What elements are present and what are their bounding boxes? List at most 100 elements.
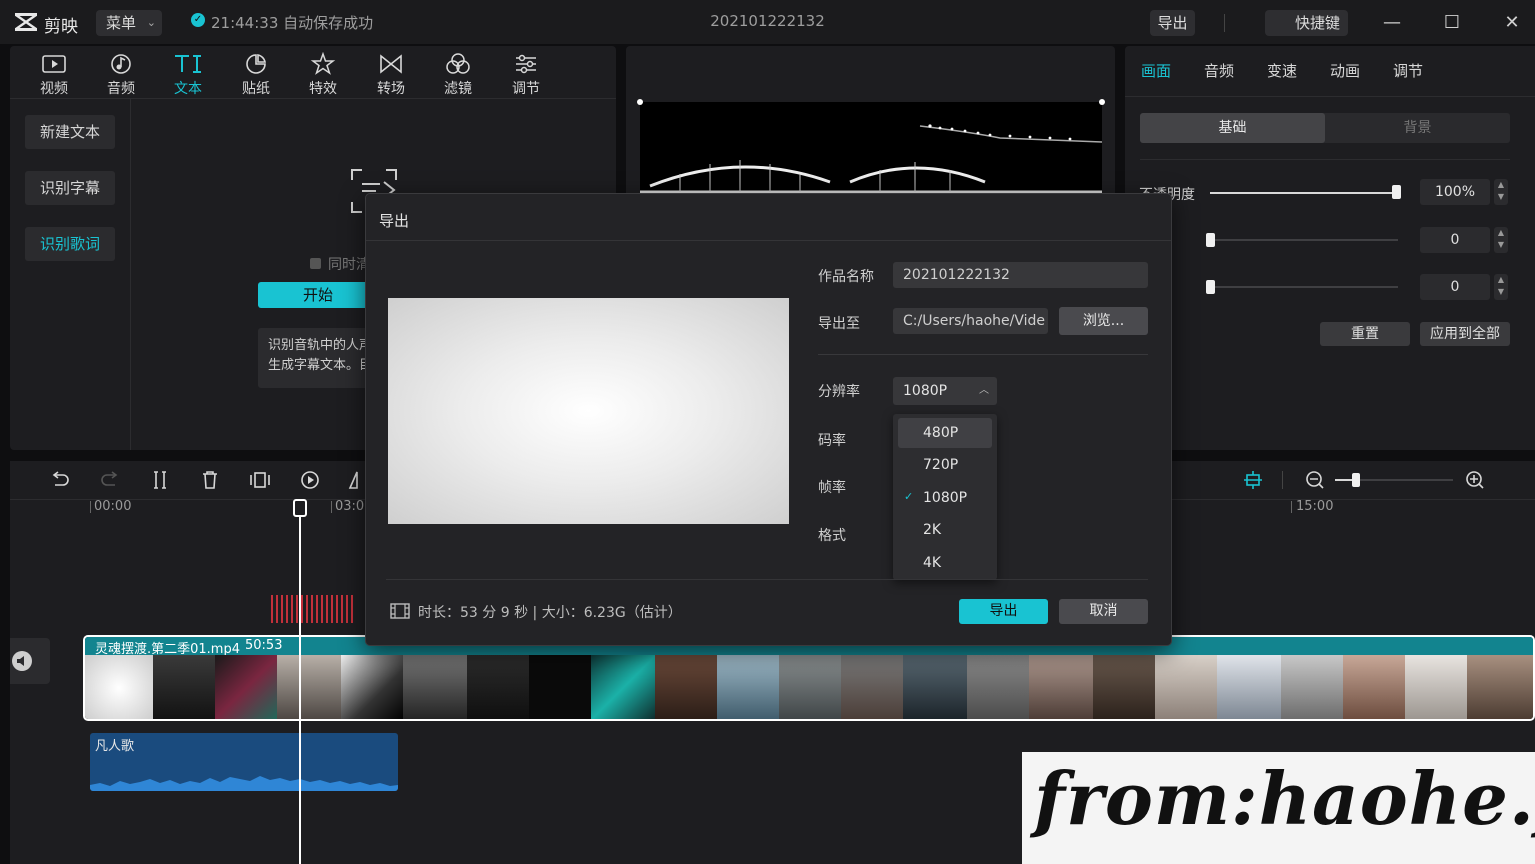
undo-icon[interactable] xyxy=(49,469,71,491)
clip-thumbnail xyxy=(1217,655,1281,719)
export-button[interactable]: 导出 xyxy=(1150,10,1195,36)
title-bar: 剪映 菜单 ⌄ ✓ 21:44:33 自动保存成功 202101222132 导… xyxy=(0,0,1535,44)
opacity-slider-knob[interactable] xyxy=(1392,185,1401,199)
export-confirm-button[interactable]: 导出 xyxy=(959,599,1048,624)
inspector-panel: 画面 音频 变速 动画 调节 基础 背景 不透明度 100% ▲▼ 0 ▲▼ 0… xyxy=(1125,46,1535,450)
clip-thumbnail xyxy=(903,655,967,719)
minimize-icon[interactable]: — xyxy=(1377,10,1407,36)
shortcut-button[interactable]: 快捷键 xyxy=(1265,10,1348,36)
zoom-slider-knob[interactable] xyxy=(1352,473,1360,487)
clip-thumbnail xyxy=(1343,655,1405,719)
tab-label: 音频 xyxy=(107,81,135,97)
autosave-status: 21:44:33 自动保存成功 xyxy=(211,14,374,32)
tab-sticker[interactable]: 贴纸 xyxy=(226,50,286,98)
music-waveform xyxy=(90,776,398,791)
tab-adjust[interactable]: 调节 xyxy=(1393,60,1423,81)
tab-label: 特效 xyxy=(309,81,337,97)
option-2k[interactable]: 2K xyxy=(893,515,997,545)
track-mute-button[interactable] xyxy=(10,638,50,684)
stepper-arrows-icon[interactable]: ▲ ▼ xyxy=(1494,227,1508,253)
zoom-out-icon[interactable] xyxy=(1304,469,1326,491)
ruler-label: 15:00 xyxy=(1296,499,1334,514)
freeze-frame-icon[interactable] xyxy=(249,469,271,491)
clip-thumbnail xyxy=(1093,655,1155,719)
simultaneous-checkbox[interactable] xyxy=(310,258,321,269)
split-icon[interactable] xyxy=(149,469,171,491)
tab-label: 视频 xyxy=(40,81,68,97)
redo-icon[interactable] xyxy=(99,469,121,491)
reset-button[interactable]: 重置 xyxy=(1320,322,1410,346)
tab-speed[interactable]: 变速 xyxy=(1267,60,1297,81)
clip-thumbnail xyxy=(277,655,341,719)
segment-basic[interactable]: 基础 xyxy=(1140,113,1325,143)
value-slider-knob[interactable] xyxy=(1206,233,1215,247)
resolution-select[interactable]: 1080P ︿ xyxy=(893,377,997,405)
number-field[interactable]: 0 xyxy=(1420,274,1490,300)
video-icon xyxy=(42,55,66,73)
adjust-icon xyxy=(516,54,536,74)
ruler-tick xyxy=(331,501,332,513)
option-1080p[interactable]: 1080P xyxy=(893,483,997,513)
recognize-subtitles-button[interactable]: 识别字幕 xyxy=(25,171,115,205)
new-text-button[interactable]: 新建文本 xyxy=(25,115,115,149)
zoom-in-icon[interactable] xyxy=(1464,469,1486,491)
path-input[interactable]: C:/Users/haohe/Vide xyxy=(893,308,1048,334)
export-info: 时长：53 分 9 秒 | 大小：6.23G（估计） xyxy=(418,605,682,621)
start-recognize-button[interactable]: 开始 xyxy=(258,282,378,308)
option-480p[interactable]: 480P xyxy=(898,418,992,448)
divider xyxy=(1125,96,1535,97)
option-4k[interactable]: 4K xyxy=(893,548,997,578)
menu-button[interactable]: 菜单 ⌄ xyxy=(96,10,162,36)
clip-thumbnail xyxy=(655,655,717,719)
number-field[interactable]: 0 xyxy=(1420,227,1490,253)
tab-label: 调节 xyxy=(512,81,540,97)
path-label: 导出至 xyxy=(818,316,860,332)
clip-thumbnail xyxy=(967,655,1029,719)
clip-thumbnail xyxy=(215,655,277,719)
tab-audio[interactable]: 音频 xyxy=(91,50,151,98)
value-slider[interactable] xyxy=(1210,239,1398,241)
name-input[interactable]: 202101222132 xyxy=(893,262,1148,288)
divider xyxy=(818,354,1148,355)
stepper-arrows-icon[interactable]: ▲ ▼ xyxy=(1494,274,1508,300)
playhead[interactable] xyxy=(299,501,301,864)
tab-effects[interactable]: 特效 xyxy=(293,50,353,98)
capcut-logo-icon xyxy=(15,13,37,31)
option-720p[interactable]: 720P xyxy=(893,450,997,480)
play-reverse-icon[interactable] xyxy=(299,469,321,491)
close-icon[interactable]: ✕ xyxy=(1497,10,1527,36)
framerate-label: 帧率 xyxy=(818,480,846,496)
stepper-arrows-icon[interactable]: ▲ ▼ xyxy=(1494,179,1508,205)
tab-animation[interactable]: 动画 xyxy=(1330,60,1360,81)
dialog-title: 导出 xyxy=(379,212,410,230)
tab-adjust[interactable]: 调节 xyxy=(496,50,556,98)
divider xyxy=(366,240,1171,241)
recognize-lyrics-button[interactable]: 识别歌词 xyxy=(25,227,115,261)
apply-all-button[interactable]: 应用到全部 xyxy=(1420,322,1510,346)
browse-button[interactable]: 浏览... xyxy=(1059,307,1148,335)
tab-video[interactable]: 视频 xyxy=(24,50,84,98)
tab-picture[interactable]: 画面 xyxy=(1141,60,1171,81)
tab-text[interactable]: 文本 xyxy=(158,50,218,98)
snap-icon[interactable] xyxy=(1242,469,1264,491)
segment-background[interactable]: 背景 xyxy=(1325,113,1510,143)
divider xyxy=(1224,14,1225,32)
opacity-value[interactable]: 100% xyxy=(1420,179,1490,205)
music-clip[interactable]: 凡人歌 xyxy=(90,733,398,791)
playhead-handle[interactable] xyxy=(293,499,307,517)
clip-duration: 50:53 xyxy=(245,638,283,653)
maximize-icon[interactable]: ☐ xyxy=(1437,10,1467,36)
tab-transition[interactable]: 转场 xyxy=(361,50,421,98)
tab-filter[interactable]: 滤镜 xyxy=(428,50,488,98)
cancel-button[interactable]: 取消 xyxy=(1059,599,1148,624)
value-slider-knob[interactable] xyxy=(1206,280,1215,294)
chevron-up-icon: ︿ xyxy=(979,385,989,396)
value-slider[interactable] xyxy=(1210,286,1398,288)
ruler-label: 00:00 xyxy=(94,499,132,514)
delete-icon[interactable] xyxy=(199,469,221,491)
resize-handle[interactable] xyxy=(1099,99,1105,105)
tab-audio[interactable]: 音频 xyxy=(1204,60,1234,81)
resize-handle[interactable] xyxy=(637,99,643,105)
divider xyxy=(1282,471,1283,489)
tab-label: 文本 xyxy=(174,81,202,97)
